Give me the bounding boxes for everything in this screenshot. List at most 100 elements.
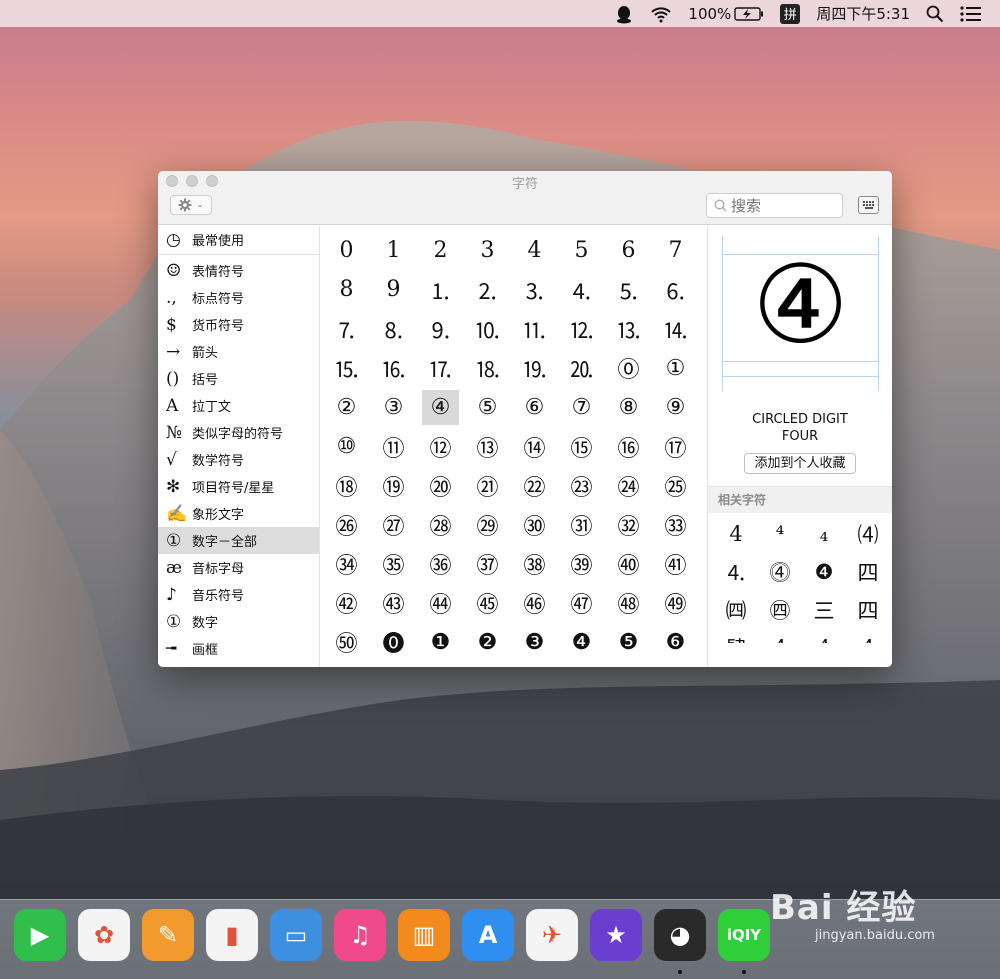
character-cell[interactable]: ⒕ <box>652 309 699 348</box>
character-cell[interactable]: ⑰ <box>652 427 699 466</box>
character-cell[interactable]: ㉓ <box>558 466 605 505</box>
character-cell[interactable]: ⑪ <box>370 427 417 466</box>
character-cell[interactable]: ㊱ <box>417 545 464 584</box>
pages-icon[interactable]: ✎ <box>142 909 194 961</box>
character-cell[interactable]: ㉑ <box>464 466 511 505</box>
spotlight-search-icon[interactable] <box>926 0 944 27</box>
related-character-cell[interactable]: ⁴ <box>758 515 802 553</box>
character-cell[interactable]: ㊸ <box>370 584 417 623</box>
sidebar-item[interactable]: ✍ 象形文字 <box>158 500 319 527</box>
character-cell[interactable]: 5 <box>558 231 605 270</box>
character-cell[interactable]: ① <box>652 349 699 388</box>
character-cell[interactable]: ㉜ <box>605 505 652 544</box>
character-cell[interactable]: ❻ <box>652 623 699 662</box>
character-cell[interactable]: ⓪ <box>605 349 652 388</box>
character-cell[interactable]: ㉝ <box>652 505 699 544</box>
sidebar-item[interactable]: () 括号 <box>158 365 319 392</box>
character-cell[interactable]: ❸ <box>511 623 558 662</box>
character-cell[interactable]: 6 <box>605 231 652 270</box>
character-cell[interactable]: ㉚ <box>511 505 558 544</box>
character-cell[interactable]: ⒛ <box>558 349 605 388</box>
menubar-clock[interactable]: 周四下午5:31 <box>816 0 910 27</box>
character-cell[interactable]: 4 <box>511 231 558 270</box>
qq-status-icon[interactable] <box>614 0 634 27</box>
related-character-cell[interactable]: ❹ <box>802 553 846 591</box>
character-cell[interactable]: 7 <box>652 231 699 270</box>
character-cell[interactable]: ㉔ <box>605 466 652 505</box>
character-cell[interactable]: ㉖ <box>323 505 370 544</box>
character-cell[interactable]: ㊷ <box>323 584 370 623</box>
character-cell[interactable]: ③ <box>370 388 417 427</box>
character-cell[interactable]: ⑲ <box>370 466 417 505</box>
character-cell[interactable]: ❹ <box>558 623 605 662</box>
sidebar-item[interactable]: √ 数学符号 <box>158 446 319 473</box>
related-character-cell[interactable]: 四 <box>846 591 890 629</box>
imovie-icon[interactable]: ★ <box>590 909 642 961</box>
sidebar-item[interactable]: $ 货币符号 <box>158 311 319 338</box>
sidebar-item[interactable]: ① 数字－全部 <box>158 527 319 554</box>
sidebar-item[interactable]: ╼ 画框 <box>158 635 319 662</box>
character-cell[interactable]: ❶ <box>417 623 464 662</box>
related-character-cell[interactable]: ⑷ <box>846 515 890 553</box>
related-character-cell[interactable]: ㈣ <box>714 591 758 629</box>
sidebar-item[interactable]: ◷ 最常使用 <box>158 226 319 253</box>
sidebar-item[interactable]: ✻ 项目符号/星星 <box>158 473 319 500</box>
character-cell[interactable]: ㉙ <box>464 505 511 544</box>
action-menu-button[interactable]: ⌄ <box>170 195 212 215</box>
sidebar-item[interactable]: æ 音标字母 <box>158 554 319 581</box>
sidebar-item[interactable]: ☺ 表情符号 <box>158 257 319 284</box>
character-cell[interactable]: ㉕ <box>652 466 699 505</box>
character-cell[interactable]: ⒚ <box>511 349 558 388</box>
character-cell[interactable]: ㉒ <box>511 466 558 505</box>
iqiyi-icon[interactable]: iQIY <box>718 909 770 961</box>
character-cell[interactable]: ⒏ <box>370 309 417 348</box>
related-character-cell[interactable]: 4 <box>714 515 758 553</box>
character-cell[interactable]: ⑧ <box>605 388 652 427</box>
character-cell[interactable]: ⒖ <box>323 349 370 388</box>
character-cell[interactable]: ⒙ <box>464 349 511 388</box>
sidebar-item[interactable]: A 拉丁文 <box>158 392 319 419</box>
keynote-icon[interactable]: ▭ <box>270 909 322 961</box>
character-cell[interactable]: ⒔ <box>605 309 652 348</box>
character-cell[interactable]: 2 <box>417 231 464 270</box>
character-cell[interactable]: ㉘ <box>417 505 464 544</box>
character-cell[interactable]: ㊽ <box>605 584 652 623</box>
character-cell[interactable]: ㊳ <box>511 545 558 584</box>
character-cell[interactable]: ⑦ <box>558 388 605 427</box>
character-cell[interactable]: ⓿ <box>370 623 417 662</box>
input-method-indicator[interactable]: 拼 <box>780 3 801 24</box>
character-cell[interactable]: ❺ <box>605 623 652 662</box>
character-cell[interactable]: ⒑ <box>464 309 511 348</box>
character-cell[interactable]: ⒉ <box>464 270 511 309</box>
character-cell[interactable]: ㊻ <box>511 584 558 623</box>
sidebar-item[interactable]: ♪ 音乐符号 <box>158 581 319 608</box>
photos-icon[interactable]: ✿ <box>78 909 130 961</box>
character-cell[interactable]: ㊺ <box>464 584 511 623</box>
character-cell[interactable]: ⑯ <box>605 427 652 466</box>
battery-status[interactable]: 100% <box>688 0 764 27</box>
character-cell[interactable]: ㊲ <box>464 545 511 584</box>
character-cell[interactable]: 3 <box>464 231 511 270</box>
character-cell[interactable]: ㉛ <box>558 505 605 544</box>
character-cell[interactable]: ⑭ <box>511 427 558 466</box>
character-cell[interactable]: ⒐ <box>417 309 464 348</box>
character-cell[interactable]: ㊹ <box>417 584 464 623</box>
character-cell[interactable]: ㉞ <box>323 545 370 584</box>
sidebar-item[interactable]: → 箭头 <box>158 338 319 365</box>
character-cell[interactable]: ⑩ <box>323 427 370 466</box>
related-character-cell[interactable]: 4 <box>758 629 802 643</box>
bird-app-icon[interactable]: ✈ <box>526 909 578 961</box>
character-cell[interactable]: ⒒ <box>511 309 558 348</box>
add-to-favorites-button[interactable]: 添加到个人收藏 <box>744 453 856 474</box>
search-field[interactable] <box>706 193 843 218</box>
numbers-icon[interactable]: ▮ <box>206 909 258 961</box>
related-character-cell[interactable]: 4 <box>846 629 890 643</box>
related-character-cell[interactable]: 肆 <box>714 629 758 643</box>
character-cell[interactable]: ⒓ <box>558 309 605 348</box>
related-character-cell[interactable]: ㊃ <box>758 591 802 629</box>
app-store-icon[interactable]: A <box>462 909 514 961</box>
character-cell[interactable]: ⑤ <box>464 388 511 427</box>
character-cell[interactable]: ⑬ <box>464 427 511 466</box>
sidebar-item[interactable]: ① 数字 <box>158 608 319 635</box>
character-cell[interactable]: ④ <box>422 389 459 425</box>
